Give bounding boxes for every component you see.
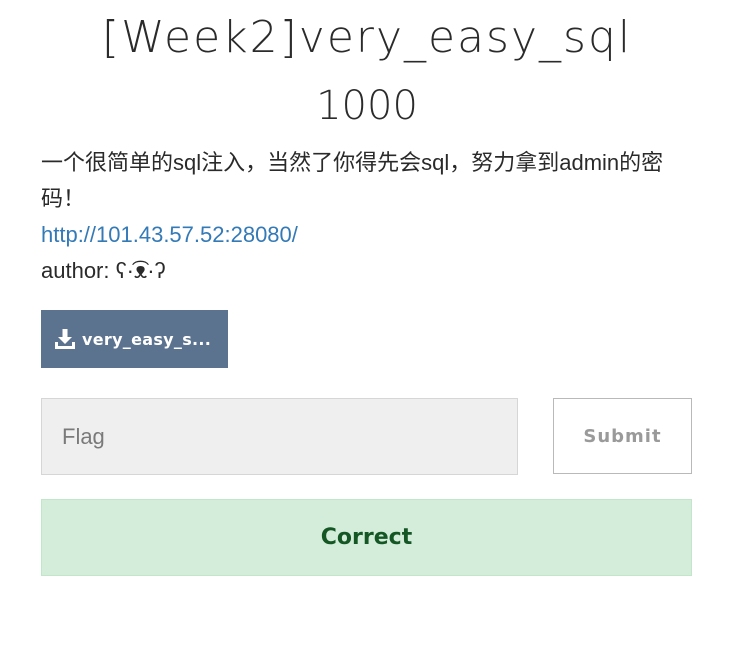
result-message: Correct <box>320 525 413 550</box>
flag-input[interactable] <box>41 398 518 475</box>
download-file-button[interactable]: very_easy_s... <box>41 310 228 368</box>
challenge-author: author: ʕ·͡ᴥ·ʔ <box>41 258 166 283</box>
challenge-link[interactable]: http://101.43.57.52:28080/ <box>41 222 298 247</box>
challenge-description: 一个很简单的sql注入，当然了你得先会sql，努力拿到admin的密码！ <box>41 150 664 211</box>
challenge-description-block: 一个很简单的sql注入，当然了你得先会sql，努力拿到admin的密码！ htt… <box>41 145 691 289</box>
download-icon <box>55 329 75 349</box>
download-file-label: very_easy_s... <box>82 329 212 349</box>
result-alert: Correct <box>41 499 692 576</box>
challenge-title: [Week2]very_easy_sql <box>101 12 633 63</box>
submit-button[interactable]: Submit <box>553 398 692 474</box>
challenge-points: 1000 <box>316 83 418 129</box>
